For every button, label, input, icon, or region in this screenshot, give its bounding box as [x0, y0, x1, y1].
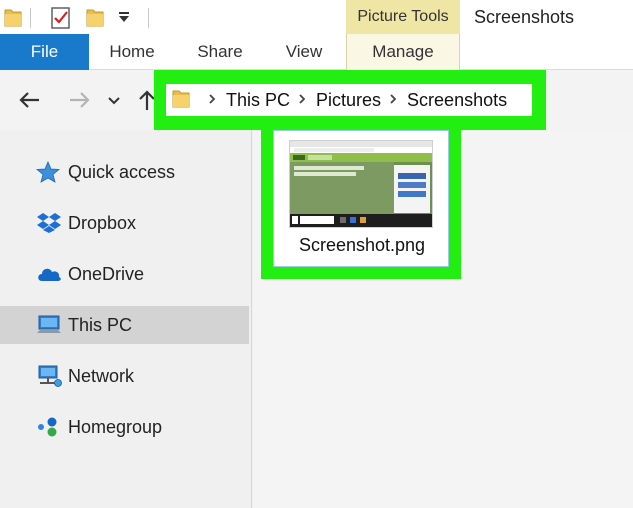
picture-tools-label: Picture Tools: [346, 0, 460, 34]
tab-manage[interactable]: Manage: [346, 34, 460, 70]
properties-check-icon[interactable]: [50, 6, 72, 34]
chevron-right-icon[interactable]: [298, 93, 306, 108]
folder-icon[interactable]: [4, 6, 22, 32]
breadcrumb-screenshots[interactable]: Screenshots: [407, 90, 507, 111]
sidebar-item-label: Homegroup: [68, 416, 163, 437]
cloud-icon: [36, 263, 62, 285]
customize-dropdown-icon[interactable]: [118, 10, 130, 27]
network-icon: [36, 365, 62, 387]
tab-share[interactable]: Share: [190, 34, 250, 70]
sidebar-item-this-pc[interactable]: This PC: [0, 306, 249, 344]
sidebar-item-dropbox[interactable]: Dropbox: [0, 204, 249, 242]
forward-arrow-icon[interactable]: [66, 88, 92, 112]
sidebar-item-label: This PC: [68, 314, 133, 335]
sidebar-item-label: Dropbox: [68, 212, 137, 233]
window-title: Screenshots: [474, 7, 575, 27]
tab-file[interactable]: File: [0, 34, 89, 70]
file-item-screenshot[interactable]: Screenshot.png: [273, 130, 449, 267]
breadcrumb-this-pc[interactable]: This PC: [226, 90, 290, 111]
title-bar: Picture Tools Screenshots: [0, 0, 633, 34]
sidebar-item-label: Network: [68, 365, 135, 386]
breadcrumb-pictures[interactable]: Pictures: [316, 90, 381, 111]
quick-access-separator: [30, 8, 31, 28]
navigation-pane: Quick access Dropbox OneDrive This PC Ne…: [0, 130, 252, 508]
computer-icon: [36, 314, 62, 336]
folder-icon: [172, 87, 190, 113]
sidebar-item-onedrive[interactable]: OneDrive: [0, 255, 249, 293]
dropbox-icon: [36, 212, 62, 234]
sidebar-item-network[interactable]: Network: [0, 357, 249, 395]
back-arrow-icon[interactable]: [17, 88, 43, 112]
tab-home[interactable]: Home: [98, 34, 166, 70]
ribbon-tabs: File Home Share View Manage: [0, 34, 633, 70]
image-thumbnail: [289, 140, 433, 228]
star-icon: [35, 160, 62, 183]
address-bar[interactable]: This PC Pictures Screenshots: [166, 84, 532, 116]
new-folder-icon[interactable]: [86, 6, 104, 32]
address-row: This PC Pictures Screenshots: [0, 70, 633, 130]
file-name: Screenshot.png: [298, 235, 426, 255]
chevron-right-icon[interactable]: [208, 93, 216, 108]
sidebar-item-homegroup[interactable]: Homegroup: [0, 408, 249, 446]
sidebar-item-quick-access[interactable]: Quick access: [0, 153, 249, 191]
quick-access-separator: [148, 8, 149, 28]
tab-view[interactable]: View: [276, 34, 332, 70]
homegroup-icon: [36, 416, 62, 438]
chevron-right-icon[interactable]: [389, 93, 397, 108]
recent-locations-icon[interactable]: [106, 88, 122, 112]
sidebar-item-label: Quick access: [68, 161, 176, 182]
sidebar-item-label: OneDrive: [68, 263, 145, 284]
